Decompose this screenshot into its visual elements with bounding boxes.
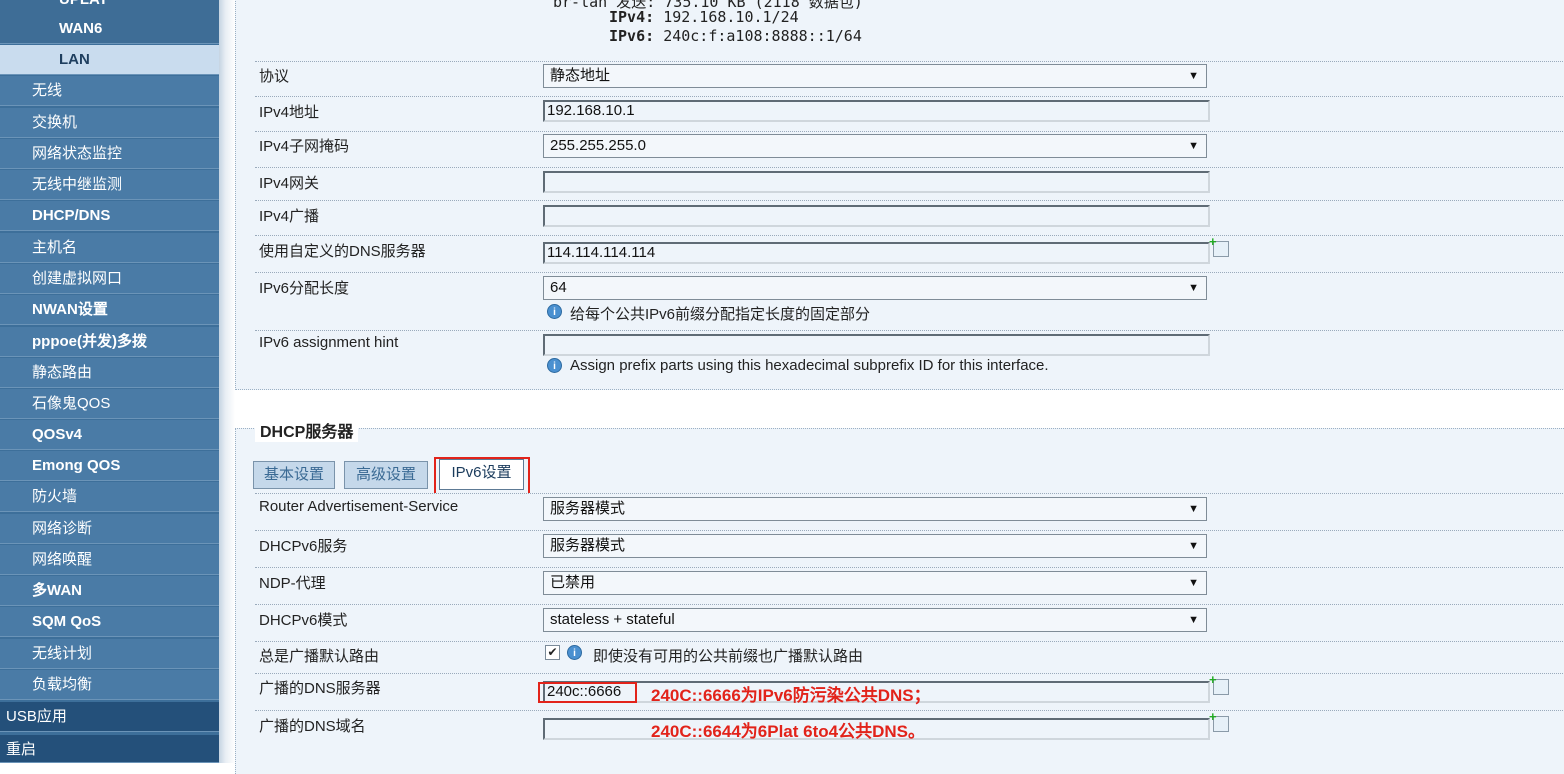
status-ipv4-line: IPv4: 192.168.10.1/24 <box>609 8 799 26</box>
sidebar-item[interactable]: 静态路由 <box>0 358 219 388</box>
chevron-down-icon: ▼ <box>1188 503 1199 515</box>
ipv6-hint-input[interactable] <box>543 334 1210 356</box>
ipv4-addr-input[interactable]: 192.168.10.1 <box>543 100 1210 122</box>
sidebar-item[interactable]: QOSv4 <box>0 420 219 450</box>
sidebar-item[interactable]: 创建虚拟网口 <box>0 264 219 294</box>
ipv6-hint-description: Assign prefix parts using this hexadecim… <box>570 357 1049 374</box>
add-icon[interactable] <box>1209 709 1229 732</box>
dhcpv6-mode-select[interactable]: stateless + stateful ▼ <box>543 608 1207 632</box>
sidebar-item[interactable]: UPLAT <box>0 0 219 15</box>
sidebar-item[interactable]: 无线计划 <box>0 639 219 669</box>
dhcpv6-select[interactable]: 服务器模式 ▼ <box>543 534 1207 558</box>
adv-domain-label: 广播的DNS域名 <box>259 718 366 735</box>
gateway-label: IPv4网关 <box>259 175 320 192</box>
sidebar-item[interactable]: 多WAN <box>0 576 219 606</box>
info-icon: i <box>547 358 562 373</box>
chevron-down-icon: ▼ <box>1188 540 1199 552</box>
sidebar-item[interactable]: 无线 <box>0 76 219 106</box>
ra-select[interactable]: 服务器模式 ▼ <box>543 497 1207 521</box>
ipv6-hint-label: IPv6 assignment hint <box>259 334 399 351</box>
ipv4-addr-label: IPv4地址 <box>259 104 320 121</box>
protocol-select[interactable]: 静态地址 ▼ <box>543 64 1207 88</box>
ndp-select-value: 已禁用 <box>550 574 596 591</box>
sidebar-item[interactable]: USB应用 <box>0 702 219 732</box>
broadcast-input[interactable] <box>543 205 1210 227</box>
ipv6-length-label: IPv6分配长度 <box>259 280 350 297</box>
dhcpv6-select-value: 服务器模式 <box>550 537 626 554</box>
netmask-select[interactable]: 255.255.255.0 ▼ <box>543 134 1207 158</box>
sidebar-item[interactable]: DHCP/DNS <box>0 201 219 231</box>
chevron-down-icon: ▼ <box>1188 282 1199 294</box>
ipv6-length-select-value: 64 <box>550 279 567 296</box>
sidebar-item[interactable]: WAN6 <box>0 14 219 44</box>
ndp-label: NDP-代理 <box>259 575 326 592</box>
dns-label: 使用自定义的DNS服务器 <box>259 243 426 260</box>
sidebar-item[interactable]: LAN <box>0 45 219 75</box>
dns-input[interactable]: 114.114.114.114 <box>543 242 1210 264</box>
ipv6-length-select[interactable]: 64 ▼ <box>543 276 1207 300</box>
ipv6-length-hint: 给每个公共IPv6前缀分配指定长度的固定部分 <box>570 306 871 323</box>
annotation-note-1: 240C::6666为IPv6防污染公共DNS； <box>651 686 931 705</box>
highlight-box <box>538 682 637 703</box>
ndp-select[interactable]: 已禁用 ▼ <box>543 571 1207 595</box>
default-route-checkbox[interactable]: ✔ <box>545 645 560 660</box>
dhcpv6-mode-select-value: stateless + stateful <box>550 611 675 628</box>
sidebar-item[interactable]: 网络唤醒 <box>0 545 219 575</box>
chevron-down-icon: ▼ <box>1188 70 1199 82</box>
sidebar-item[interactable]: 网络诊断 <box>0 514 219 544</box>
sidebar-item[interactable]: 主机名 <box>0 233 219 263</box>
sidebar-shadow <box>219 0 235 763</box>
dhcpv6-mode-label: DHCPv6模式 <box>259 612 348 629</box>
default-route-hint: 即使没有可用的公共前缀也广播默认路由 <box>593 648 864 665</box>
sidebar-item[interactable]: 防火墙 <box>0 482 219 512</box>
row-default-route <box>255 641 1564 676</box>
chevron-down-icon: ▼ <box>1188 140 1199 152</box>
add-icon[interactable] <box>1209 672 1229 695</box>
broadcast-label: IPv4广播 <box>259 208 320 225</box>
protocol-select-value: 静态地址 <box>550 67 611 84</box>
chevron-down-icon: ▼ <box>1188 614 1199 626</box>
chevron-down-icon: ▼ <box>1188 577 1199 589</box>
highlight-box <box>434 457 530 498</box>
ra-select-value: 服务器模式 <box>550 500 626 517</box>
dhcpv6-label: DHCPv6服务 <box>259 538 348 555</box>
adv-dns-label: 广播的DNS服务器 <box>259 680 381 697</box>
sidebar-item[interactable]: 重启 <box>0 735 219 763</box>
gateway-input[interactable] <box>543 171 1210 193</box>
netmask-label: IPv4子网掩码 <box>259 138 350 155</box>
sidebar-item[interactable]: 负载均衡 <box>0 670 219 700</box>
sidebar-item[interactable]: 交换机 <box>0 108 219 138</box>
tab-basic[interactable]: 基本设置 <box>253 461 335 489</box>
dhcp-legend: DHCP服务器 <box>255 418 359 442</box>
default-route-label: 总是广播默认路由 <box>259 648 380 665</box>
sidebar-item[interactable]: SQM QoS <box>0 607 219 637</box>
netmask-select-value: 255.255.255.0 <box>550 137 646 154</box>
sidebar-nav: UPLATWAN6LAN无线交换机网络状态监控无线中继监测DHCP/DNS主机名… <box>0 0 219 763</box>
info-icon: i <box>547 304 562 319</box>
sidebar-item[interactable]: 无线中继监测 <box>0 170 219 200</box>
sidebar-item[interactable]: NWAN设置 <box>0 295 219 325</box>
status-ipv6-line: IPv6: 240c:f:a108:8888::1/64 <box>609 27 862 45</box>
add-icon[interactable] <box>1209 234 1229 257</box>
protocol-label: 协议 <box>259 68 290 85</box>
sidebar-item[interactable]: 网络状态监控 <box>0 139 219 169</box>
sidebar-item[interactable]: Emong QOS <box>0 451 219 481</box>
sidebar-item[interactable]: pppoe(并发)多拨 <box>0 327 219 357</box>
annotation-note-2: 240C::6644为6Plat 6to4公共DNS。 <box>651 722 925 741</box>
ra-label: Router Advertisement-Service <box>259 498 459 515</box>
sidebar-item[interactable]: 石像鬼QOS <box>0 389 219 419</box>
info-icon: i <box>567 645 582 660</box>
tab-advanced[interactable]: 高级设置 <box>344 461 428 489</box>
